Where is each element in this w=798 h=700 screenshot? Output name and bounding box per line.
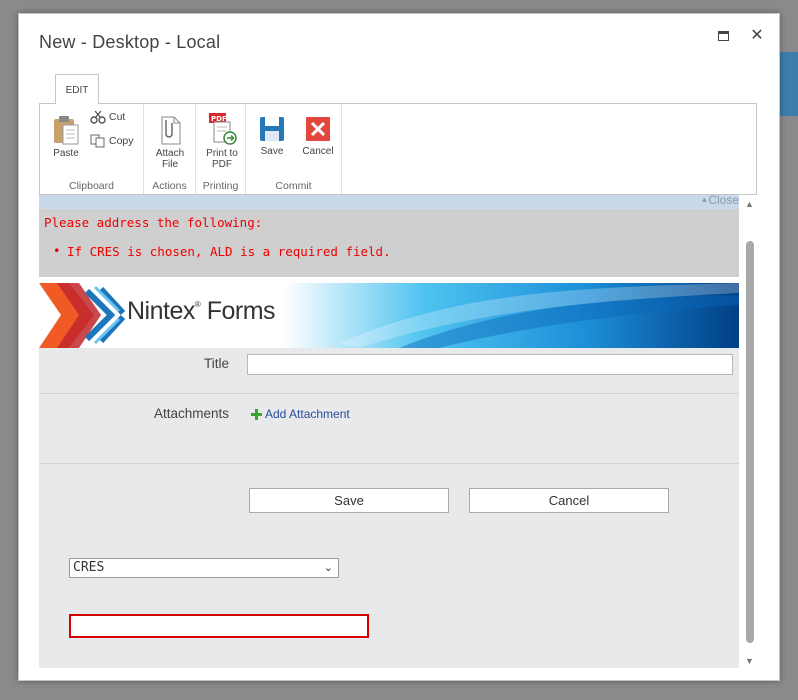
scroll-up-icon[interactable]: ▲	[745, 199, 754, 209]
modal-dialog: New - Desktop - Local ✕ EDIT Paste Cut C…	[18, 13, 780, 681]
dialog-title: New - Desktop - Local	[39, 32, 221, 52]
maximize-button[interactable]	[713, 26, 733, 46]
paste-icon	[54, 116, 79, 145]
cancel-icon	[306, 117, 330, 141]
group-actions: Attach File Actions	[144, 104, 196, 194]
validation-summary: Please address the following: If CRES is…	[39, 209, 739, 277]
scroll-down-icon[interactable]: ▼	[745, 656, 754, 666]
chevron-down-icon: ⌄	[323, 561, 333, 574]
ribbon-cancel-button[interactable]: Cancel	[298, 114, 338, 157]
cut-button[interactable]: Cut	[90, 110, 125, 124]
background-ribbon-strip	[778, 52, 798, 116]
group-clipboard: Paste Cut Copy Clipboard	[40, 104, 144, 194]
paste-label: Paste	[53, 148, 79, 159]
form-body: Title Attachments Add Attachment Save Ca…	[39, 348, 739, 668]
validation-heading: Please address the following:	[44, 215, 263, 230]
vertical-scrollbar[interactable]: ▲ ▼	[741, 195, 759, 668]
close-icon: ✕	[750, 27, 764, 44]
copy-label: Copy	[109, 135, 134, 147]
print-label-line2: PDF	[212, 159, 232, 170]
attach-label-line1: Attach	[155, 148, 185, 159]
validation-error-item: If CRES is chosen, ALD is a required fie…	[53, 243, 391, 259]
save-button[interactable]: Save	[249, 488, 449, 513]
category-dropdown[interactable]: CRES ⌄	[69, 558, 339, 578]
attach-file-button[interactable]: Attach File	[150, 114, 190, 170]
brand-name: Nintex	[127, 297, 195, 325]
pdf-icon: PDF	[209, 113, 237, 145]
title-label: Title	[203, 356, 229, 371]
print-label-line1: Print to	[206, 148, 238, 159]
scissors-icon	[90, 110, 106, 124]
cancel-button[interactable]: Cancel	[469, 488, 669, 513]
copy-button[interactable]: Copy	[90, 134, 134, 148]
paste-button[interactable]: Paste	[48, 114, 84, 159]
close-dialog-button[interactable]: ✕	[747, 26, 767, 46]
maximize-icon	[717, 31, 729, 41]
row-divider	[39, 393, 739, 394]
plus-icon	[251, 408, 262, 420]
ribbon-save-label: Save	[260, 146, 284, 157]
add-attachment-label: Add Attachment	[265, 407, 350, 421]
close-status-label: Close	[708, 195, 739, 207]
ribbon: Paste Cut Copy Clipboard Attach File Act…	[39, 103, 757, 195]
tab-edit[interactable]: EDIT	[55, 74, 99, 104]
group-commit: Save Cancel Commit	[246, 104, 342, 194]
save-icon	[260, 117, 284, 141]
group-label-clipboard: Clipboard	[69, 180, 114, 192]
copy-icon	[90, 134, 105, 148]
close-status-link[interactable]: ▲Close	[700, 195, 739, 207]
registered-mark: ®	[194, 300, 201, 309]
attachments-label: Attachments	[153, 406, 229, 421]
group-printing: PDF Print to PDF Printing	[196, 104, 246, 194]
scroll-thumb[interactable]	[746, 241, 754, 643]
attach-label-line2: File	[161, 159, 179, 170]
attach-file-icon	[161, 116, 181, 145]
product-name: Forms	[206, 297, 276, 325]
group-label-actions: Actions	[152, 180, 187, 192]
ribbon-save-button[interactable]: Save	[254, 114, 290, 157]
ribbon-cancel-label: Cancel	[302, 146, 334, 157]
title-input[interactable]	[247, 354, 733, 375]
group-label-commit: Commit	[275, 180, 312, 192]
nintex-forms-logo-text: Nintex® Forms	[127, 297, 276, 326]
group-label-printing: Printing	[202, 180, 239, 192]
row-divider	[39, 463, 739, 464]
add-attachment-link[interactable]: Add Attachment	[251, 407, 350, 421]
cut-label: Cut	[109, 111, 126, 123]
form-content: ▲Close Please address the following: If …	[39, 195, 739, 668]
nintex-forms-banner: Nintex® Forms	[39, 283, 739, 348]
status-bar: ▲Close	[39, 195, 739, 209]
print-to-pdf-button[interactable]: PDF Print to PDF	[200, 112, 244, 170]
ald-input[interactable]	[69, 614, 369, 638]
dropdown-selected-value: CRES	[73, 560, 105, 575]
